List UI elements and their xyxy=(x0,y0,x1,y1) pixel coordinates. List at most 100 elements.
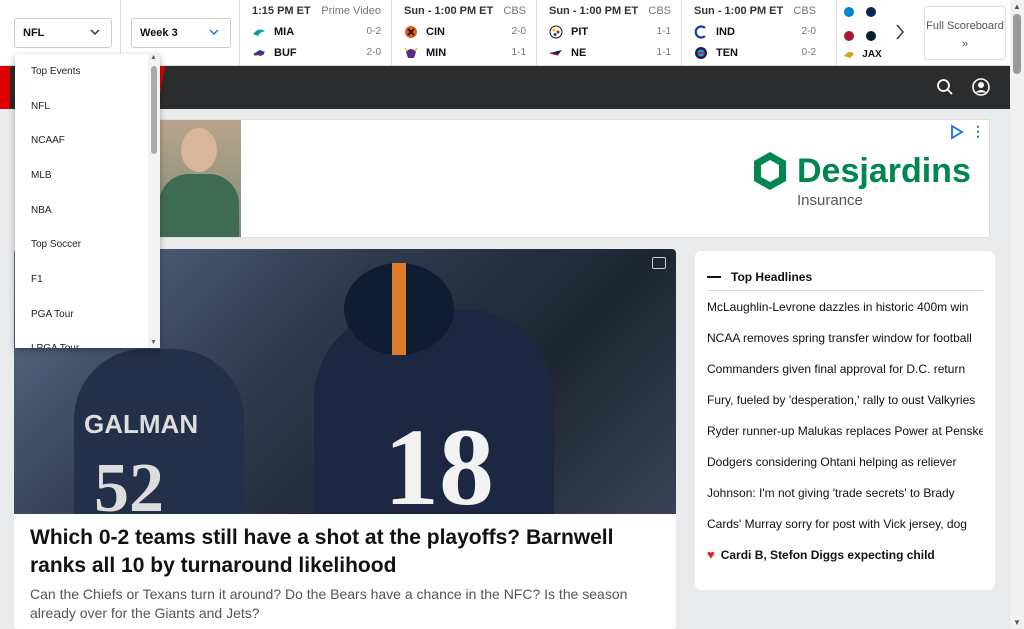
game-card[interactable]: Sun - 1:00 PM ET CBS PIT 1-1 NE 1-1 xyxy=(536,0,681,66)
lead-story-description: Can the Chiefs or Texans turn it around?… xyxy=(30,586,628,621)
dropdown-option[interactable]: NFL xyxy=(15,89,160,124)
full-scoreboard-label: Full Scoreboard » xyxy=(926,20,1004,50)
dropdown-option[interactable]: F1 xyxy=(15,262,160,297)
desjardins-hex-icon xyxy=(754,152,786,190)
dolphins-logo-icon xyxy=(252,25,266,39)
team-logo-icon[interactable] xyxy=(863,28,879,44)
scrollbar-thumb[interactable] xyxy=(1013,14,1021,74)
game-header: Sun - 1:00 PM ET CBS xyxy=(404,5,526,21)
page-scrollbar[interactable]: ▲ ▼ xyxy=(1010,0,1024,629)
league-select-value: NFL xyxy=(23,27,45,39)
bg-jersey-number: 52 xyxy=(94,450,164,514)
scroll-down-icon[interactable]: ▼ xyxy=(150,339,157,346)
team-abbr: TEN xyxy=(716,46,738,59)
ad-brand-logo: Desjardins Insurance xyxy=(751,150,971,209)
dropdown-option[interactable]: NBA xyxy=(15,193,160,228)
team-row: TEN 0-2 xyxy=(694,42,816,63)
colts-logo-icon xyxy=(694,24,708,39)
headline-link[interactable]: Fury, fueled by 'desperation,' rally to … xyxy=(707,384,983,415)
headline-link[interactable]: ♥ Cardi B, Stefon Diggs expecting child xyxy=(707,539,983,570)
search-icon xyxy=(937,79,953,95)
game-time: Sun - 1:00 PM ET xyxy=(694,5,784,17)
dropdown-option[interactable]: NCAAF xyxy=(15,123,160,158)
profile-button[interactable] xyxy=(970,76,992,98)
team-record: 0-2 xyxy=(366,26,381,37)
week-select[interactable]: Week 3 xyxy=(131,18,231,48)
game-card[interactable]: Sun - 1:00 PM ET CBS IND 2-0 TEN 0-2 xyxy=(681,0,826,66)
team-abbr: JAX xyxy=(862,48,882,60)
game-header: 1:15 PM ET Prime Video xyxy=(252,5,381,21)
brand-accent xyxy=(0,66,10,109)
headline-link[interactable]: Dodgers considering Ohtani helping as re… xyxy=(707,446,983,477)
chevron-right-icon xyxy=(896,24,905,40)
team-row: MIN 1-1 xyxy=(404,42,526,63)
game-time: Sun - 1:00 PM ET xyxy=(404,5,494,17)
ad-figure xyxy=(181,128,217,172)
game-network: CBS xyxy=(648,5,671,17)
headline-link[interactable]: Commanders given final approval for D.C.… xyxy=(707,353,983,384)
bengals-logo-icon xyxy=(404,25,418,39)
headline-link[interactable]: Johnson: I'm not giving 'trade secrets' … xyxy=(707,477,983,508)
game-network: CBS xyxy=(503,5,526,17)
team-row: BUF 2-0 xyxy=(252,42,381,63)
more-options-icon[interactable]: ⋮ xyxy=(971,124,985,140)
game-network: Prime Video xyxy=(321,5,381,17)
headline-bar xyxy=(707,275,721,278)
dropdown-option[interactable]: PGA Tour xyxy=(15,297,160,332)
team-abbr: CIN xyxy=(426,25,445,38)
team-row: NE 1-1 xyxy=(549,42,671,63)
ad-image xyxy=(151,120,241,237)
team-row: MIA 0-2 xyxy=(252,21,381,42)
team-abbr: PIT xyxy=(571,25,589,38)
game-header: Sun - 1:00 PM ET CBS xyxy=(549,5,671,21)
headline-link[interactable]: Ryder runner-up Malukas replaces Power a… xyxy=(707,415,983,446)
team-record: 1-1 xyxy=(656,26,671,37)
jaguars-logo-icon xyxy=(841,46,857,62)
team-logo-icon[interactable] xyxy=(841,28,857,44)
dropdown-scrollbar[interactable]: ▲ ▼ xyxy=(148,54,160,348)
advertisement-banner[interactable]: Desjardins Insurance ⋮ xyxy=(150,119,990,238)
gallery-icon xyxy=(652,257,666,269)
ad-choices-icon[interactable] xyxy=(949,124,965,140)
bg-jersey-name: GALMAN xyxy=(84,409,199,439)
top-headlines-title: Top Headlines xyxy=(707,263,983,291)
team-abbr: IND xyxy=(716,25,735,38)
ad-brand-sub: Insurance xyxy=(797,192,863,209)
league-select[interactable]: NFL xyxy=(14,18,112,48)
full-scoreboard-link[interactable]: Full Scoreboard » xyxy=(924,6,1006,60)
team-record: 2-0 xyxy=(801,26,816,37)
scroll-up-icon[interactable]: ▲ xyxy=(1013,2,1021,11)
dropdown-option[interactable]: LPGA Tour xyxy=(15,332,160,348)
bills-logo-icon xyxy=(252,46,266,60)
team-abbr: BUF xyxy=(274,46,297,59)
game-card[interactable]: Sun - 1:00 PM ET CBS CIN 2-0 MIN 1-1 xyxy=(391,0,536,66)
dropdown-option[interactable]: MLB xyxy=(15,158,160,193)
headline-text: Cardi B, Stefon Diggs expecting child xyxy=(720,547,935,562)
headline-link[interactable]: Cards' Murray sorry for post with Vick j… xyxy=(707,508,983,539)
dropdown-options: Top Events NFL NCAAF MLB NBA Top Soccer … xyxy=(15,54,160,348)
week-select-value: Week 3 xyxy=(140,27,178,39)
partial-game-card[interactable]: JAX xyxy=(836,0,886,66)
search-button[interactable] xyxy=(934,76,956,98)
team-record: 1-1 xyxy=(656,47,671,58)
titans-logo-icon xyxy=(694,46,708,60)
team-logo-icon[interactable] xyxy=(863,4,879,20)
team-record: 1-1 xyxy=(511,47,526,58)
scroll-up-icon[interactable]: ▲ xyxy=(150,54,157,61)
lead-story-title[interactable]: Which 0-2 teams still have a shot at the… xyxy=(30,524,650,580)
dropdown-option[interactable]: Top Soccer xyxy=(15,227,160,262)
game-time: Sun - 1:00 PM ET xyxy=(549,5,639,17)
ad-figure xyxy=(159,174,239,237)
steelers-logo-icon xyxy=(549,25,563,39)
scoreboard-next-button[interactable] xyxy=(888,18,912,46)
team-logo-icon[interactable] xyxy=(841,4,857,20)
helmet-stripe xyxy=(392,263,406,355)
headline-link[interactable]: NCAA removes spring transfer window for … xyxy=(707,322,983,353)
game-card[interactable]: 1:15 PM ET Prime Video MIA 0-2 BUF 2-0 xyxy=(239,0,391,66)
headline-link[interactable]: McLaughlin-Levrone dazzles in historic 4… xyxy=(707,291,983,322)
dropdown-option[interactable]: Top Events xyxy=(15,54,160,89)
scrollbar-thumb[interactable] xyxy=(151,66,157,154)
scroll-down-icon[interactable]: ▼ xyxy=(1013,618,1021,627)
vikings-logo-icon xyxy=(404,46,418,60)
league-dropdown-list[interactable]: Top Events NFL NCAAF MLB NBA Top Soccer … xyxy=(15,54,160,348)
